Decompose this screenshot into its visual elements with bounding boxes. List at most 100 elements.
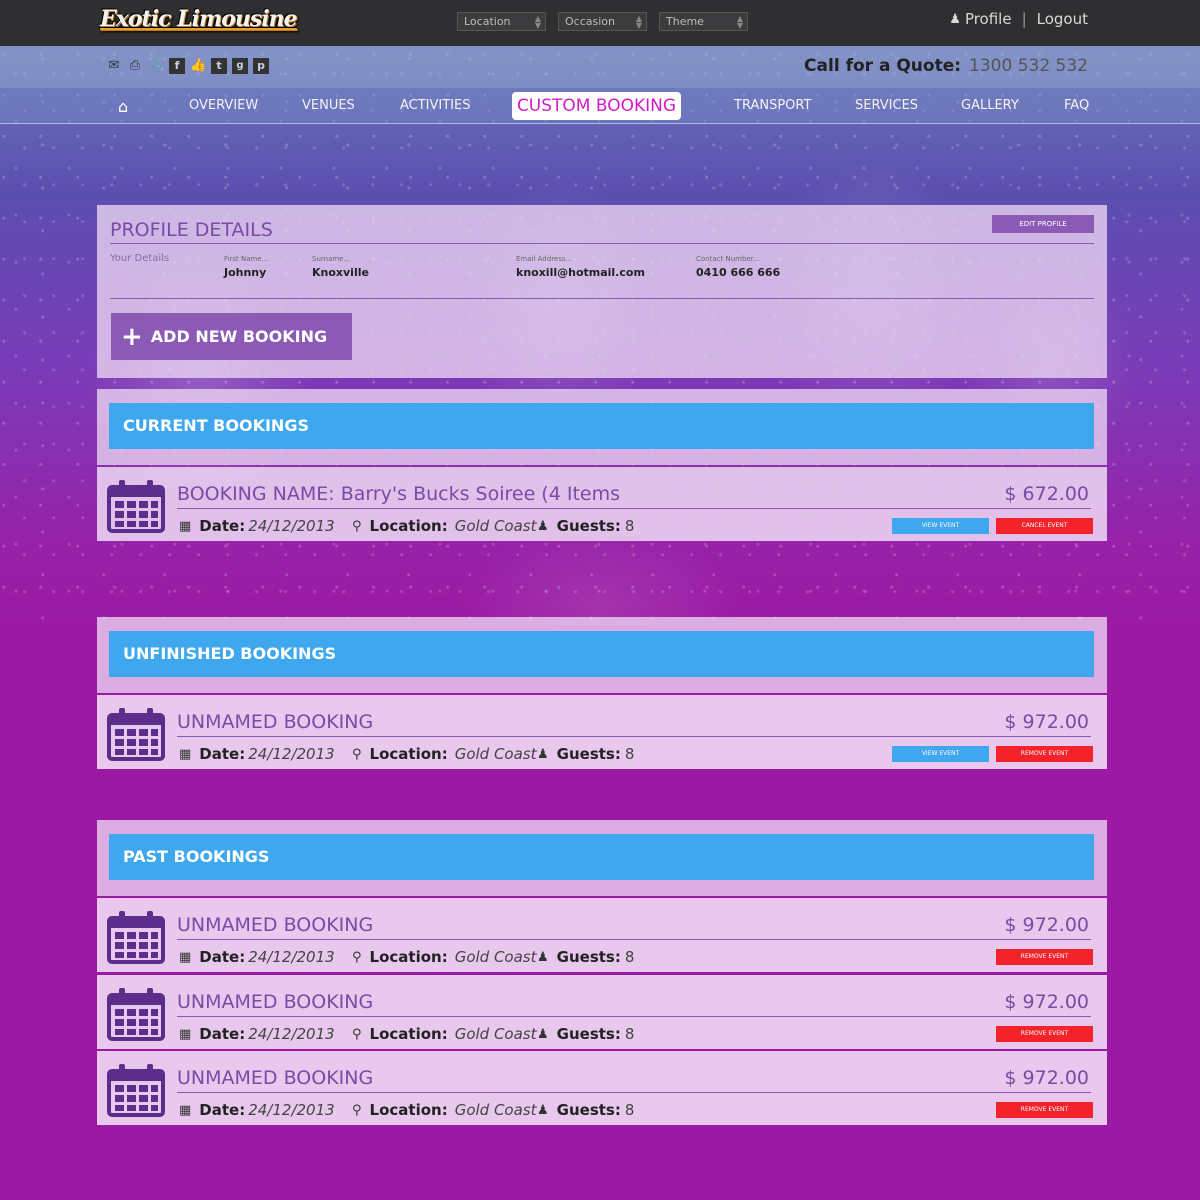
contact-number-label: Contact Number... — [696, 255, 760, 263]
divider — [177, 1092, 1091, 1093]
logout-link[interactable]: Logout — [1037, 10, 1088, 28]
print-icon[interactable]: ⎙ — [127, 58, 143, 74]
nav-gallery[interactable]: GALLERY — [961, 98, 1019, 113]
mail-icon[interactable]: ✉ — [106, 58, 122, 74]
home-icon[interactable]: ⌂ — [118, 97, 128, 116]
brand-logo[interactable]: Exotic Limousine — [100, 6, 298, 32]
theme-select-label: Theme — [666, 15, 704, 28]
profile-details-panel: PROFILE DETAILS EDIT PROFILE Your Detail… — [97, 205, 1107, 378]
pinterest-icon[interactable]: p — [253, 58, 269, 74]
booking-card: BOOKING NAME: Barry's Bucks Soiree (4 It… — [97, 467, 1107, 541]
remove-event-button[interactable]: REMOVE EVENT — [996, 949, 1093, 965]
booking-meta: ▦ Date: 24/12/2013 ⚲ Location: Gold Coast ♟ G… — [179, 1025, 634, 1043]
email-field: Email Address... knoxill@hotmail.com — [516, 255, 645, 279]
email-label: Email Address... — [516, 255, 573, 263]
date-value: 24/12/2013 — [248, 1101, 335, 1119]
select-arrows-icon: ▲ ▼ — [534, 14, 541, 30]
contact-number-field: Contact Number... 0410 666 666 — [696, 255, 780, 279]
guests-label: Guests: — [556, 517, 621, 535]
location-pin-icon: ⚲ — [352, 746, 362, 762]
divider — [177, 939, 1091, 940]
date-value: 24/12/2013 — [248, 1025, 335, 1043]
twitter-icon[interactable]: t — [211, 58, 227, 74]
calendar-small-icon: ▦ — [179, 518, 192, 534]
booking-price: $ 972.00 — [1004, 711, 1089, 733]
google-plus-icon[interactable]: g — [232, 58, 248, 74]
user-icon: ♟ — [537, 1026, 549, 1042]
account-links: ♟ Profile | Logout — [949, 10, 1088, 28]
thumbs-up-icon[interactable]: 👍 — [190, 58, 206, 74]
nav-custom-booking[interactable]: CUSTOM BOOKING — [512, 92, 681, 120]
remove-event-button[interactable]: REMOVE EVENT — [996, 1102, 1093, 1118]
occasion-select[interactable]: Occasion ▲ ▼ — [558, 12, 647, 31]
occasion-select-label: Occasion — [565, 15, 615, 28]
booking-name: UNMAMED BOOKING — [177, 914, 374, 936]
booking-meta: ▦ Date: 24/12/2013 ⚲ Location: Gold Coast ♟ G… — [179, 948, 634, 966]
location-label: Location: — [369, 745, 448, 763]
profile-link[interactable]: Profile — [965, 10, 1012, 28]
booking-meta: ▦ Date: 24/12/2013 ⚲ Location: Gold Coast ♟ G… — [179, 517, 634, 535]
guests-label: Guests: — [556, 948, 621, 966]
nav-transport[interactable]: TRANSPORT — [734, 98, 811, 113]
divider — [177, 1016, 1091, 1017]
quote-number[interactable]: 1300 532 532 — [969, 56, 1088, 76]
main-nav: ⌂ OVERVIEW VENUES ACTIVITIES CUSTOM BOOK… — [0, 88, 1200, 124]
remove-event-button[interactable]: REMOVE EVENT — [996, 746, 1093, 762]
location-select-label: Location — [464, 15, 511, 28]
location-pin-icon: ⚲ — [352, 949, 362, 965]
location-label: Location: — [369, 948, 448, 966]
guests-value: 8 — [624, 745, 635, 763]
top-bar: Exotic Limousine Location ▲ ▼ Occasion ▲ ▼… — [0, 0, 1200, 46]
view-event-button[interactable]: VIEW EVENT — [892, 746, 989, 762]
location-pin-icon: ⚲ — [352, 1026, 362, 1042]
booking-meta: ▦ Date: 24/12/2013 ⚲ Location: Gold Coast ♟ G… — [179, 1101, 634, 1119]
edit-profile-button[interactable]: EDIT PROFILE — [992, 215, 1094, 233]
link-separator: | — [1021, 10, 1027, 28]
past-bookings-title: PAST BOOKINGS — [109, 834, 1094, 880]
divider — [177, 736, 1091, 737]
nav-activities[interactable]: ACTIVITIES — [400, 98, 470, 113]
user-icon: ♟ — [537, 746, 549, 762]
facebook-icon[interactable]: f — [169, 58, 185, 74]
nav-venues[interactable]: VENUES — [302, 98, 355, 113]
date-value: 24/12/2013 — [248, 745, 335, 763]
guests-label: Guests: — [556, 745, 621, 763]
cancel-event-button[interactable]: CANCEL EVENT — [996, 518, 1093, 534]
quote-phone: Call for a Quote: 1300 532 532 — [804, 56, 1088, 76]
past-bookings-header: PAST BOOKINGS — [97, 820, 1107, 896]
user-icon: ♟ — [537, 1102, 549, 1118]
unfinished-bookings-header: UNFINISHED BOOKINGS — [97, 617, 1107, 693]
date-value: 24/12/2013 — [248, 517, 335, 535]
location-label: Location: — [369, 1101, 448, 1119]
current-bookings-title: CURRENT BOOKINGS — [109, 403, 1094, 449]
booking-meta: ▦ Date: 24/12/2013 ⚲ Location: Gold Coast ♟ G… — [179, 745, 634, 763]
booking-card: UNMAMED BOOKING $ 972.00 ▦ Date: 24/12/201… — [97, 975, 1107, 1049]
calendar-icon — [107, 480, 165, 533]
view-event-button[interactable]: VIEW EVENT — [892, 518, 989, 534]
calendar-icon — [107, 988, 165, 1041]
nav-overview[interactable]: OVERVIEW — [189, 98, 258, 113]
remove-event-button[interactable]: REMOVE EVENT — [996, 1026, 1093, 1042]
surname-value: Knoxville — [312, 266, 369, 279]
user-icon: ♟ — [537, 949, 549, 965]
surname-label: Surname... — [312, 255, 351, 263]
date-value: 24/12/2013 — [248, 948, 335, 966]
calendar-icon — [107, 1064, 165, 1117]
calendar-small-icon: ▦ — [179, 949, 192, 965]
profile-details-title: PROFILE DETAILS — [110, 219, 273, 241]
calendar-small-icon: ▦ — [179, 1026, 192, 1042]
divider — [110, 243, 1094, 244]
nav-faq[interactable]: FAQ — [1064, 98, 1089, 113]
add-new-booking-button[interactable]: + ADD NEW BOOKING — [111, 313, 352, 360]
theme-select[interactable]: Theme ▲ ▼ — [659, 12, 748, 31]
unfinished-bookings-title: UNFINISHED BOOKINGS — [109, 631, 1094, 677]
nav-services[interactable]: SERVICES — [855, 98, 918, 113]
booking-price: $ 672.00 — [1004, 483, 1089, 505]
location-select[interactable]: Location ▲ ▼ — [457, 12, 546, 31]
utility-bar: ✉ ⎙ 📎 f 👍 t g p Call for a Quote: 1300 53… — [0, 46, 1200, 88]
divider — [110, 298, 1094, 299]
paperclip-icon[interactable]: 📎 — [148, 58, 164, 74]
user-icon: ♟ — [949, 11, 961, 27]
date-label: Date: — [199, 745, 246, 763]
divider — [177, 508, 1091, 509]
